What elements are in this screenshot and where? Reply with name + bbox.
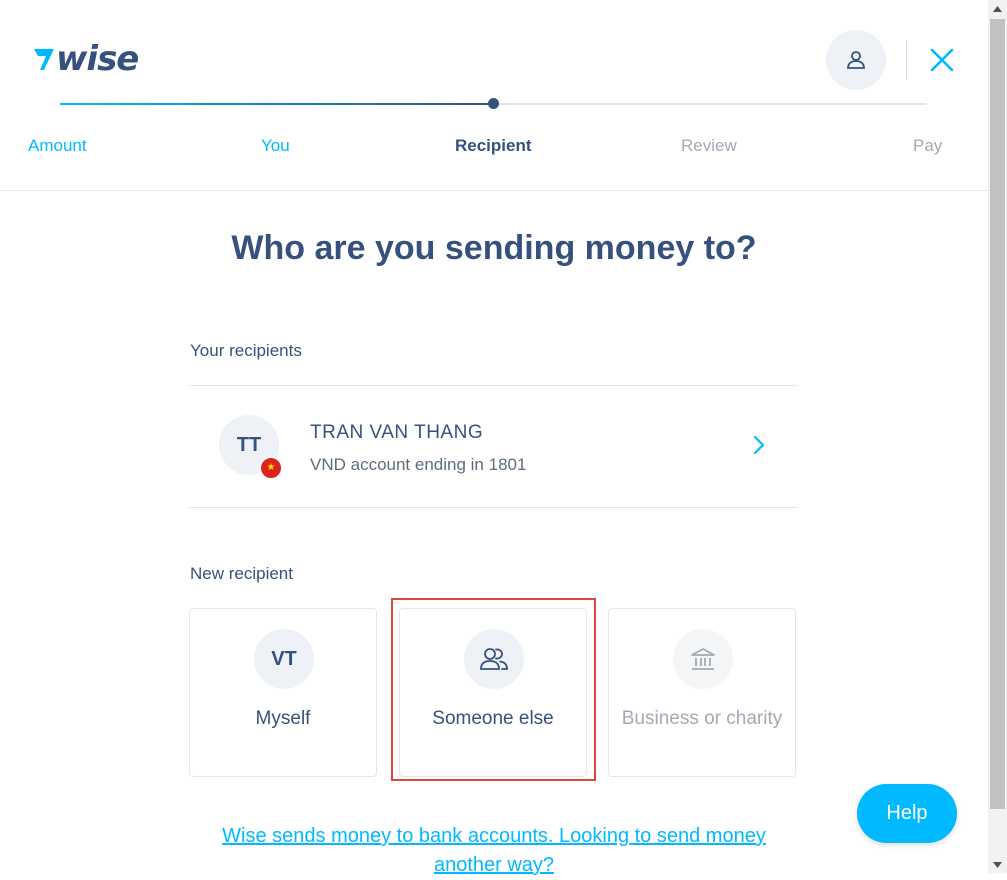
business-icon-wrap: [673, 629, 733, 689]
new-recipient-heading: New recipient: [190, 564, 293, 583]
myself-label: Myself: [255, 708, 311, 729]
step-review: Review: [681, 136, 737, 155]
wise-logo[interactable]: wise: [32, 39, 139, 79]
step-pay: Pay: [913, 136, 943, 155]
logo-wordmark: wise: [56, 39, 139, 79]
step-amount[interactable]: Amount: [28, 136, 87, 156]
business-option: Business or charity: [608, 608, 796, 777]
help-button[interactable]: Help: [857, 784, 957, 843]
step-you[interactable]: You: [261, 136, 290, 156]
close-button[interactable]: [922, 40, 962, 80]
divider: [189, 507, 797, 508]
stepper-current-marker: [488, 98, 499, 109]
myself-option[interactable]: VT Myself: [189, 608, 377, 777]
header-divider-line: [0, 190, 988, 191]
scroll-down-arrow-icon[interactable]: [988, 856, 1007, 873]
myself-initials: VT: [271, 647, 297, 670]
someone-else-option[interactable]: Someone else: [399, 608, 587, 777]
wise-flag-icon: [34, 49, 54, 70]
someone-else-icon-wrap: [464, 629, 524, 689]
help-label: Help: [886, 802, 928, 824]
recipient-name: TRAN VAN THANG: [310, 422, 484, 443]
scrollbar-thumb[interactable]: [990, 19, 1005, 809]
flag-star: ★: [266, 462, 276, 473]
your-recipients-heading: Your recipients: [190, 341, 302, 360]
profile-button[interactable]: [826, 30, 886, 90]
business-label: Business or charity: [621, 708, 783, 729]
someone-else-label: Someone else: [432, 708, 554, 729]
user-icon: [847, 51, 865, 69]
scroll-up-arrow-icon[interactable]: [988, 0, 1007, 17]
recipient-row[interactable]: TT ★ TRAN VAN THANG VND account ending i…: [189, 386, 797, 507]
recipient-account: VND account ending in 1801: [310, 455, 527, 474]
bank-icon: [691, 648, 715, 670]
myself-avatar: VT: [254, 629, 314, 689]
send-other-way-link[interactable]: Wise sends money to bank accounts. Looki…: [200, 822, 788, 880]
stepper-progress: [60, 103, 494, 105]
step-recipient: Recipient: [455, 136, 532, 155]
people-icon: [480, 648, 508, 670]
recipient-initials: TT: [236, 433, 262, 456]
scrollbar[interactable]: [988, 0, 1007, 873]
header-divider: [906, 40, 907, 80]
close-icon: [930, 48, 954, 72]
page-title: Who are you sending money to?: [231, 229, 757, 267]
vietnam-flag-icon: ★: [259, 456, 283, 480]
chevron-right-icon: [753, 435, 765, 455]
